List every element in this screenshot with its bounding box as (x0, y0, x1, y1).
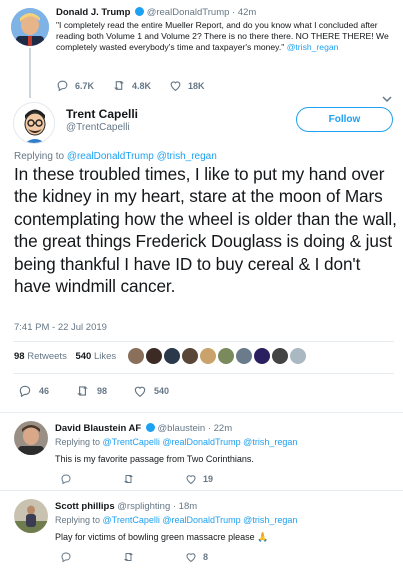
parent-author-handle[interactable]: @realDonaldTrump (147, 7, 230, 18)
like-count: 540 (154, 386, 170, 396)
like-button[interactable]: 8 (185, 551, 208, 563)
reply-author-name[interactable]: Scott phillips (55, 501, 115, 512)
reply-icon (61, 474, 71, 485)
liker-avatar[interactable] (164, 348, 180, 364)
retweet-icon (114, 81, 124, 90)
reply-replying-to: Replying to @TrentCapelli @realDonaldTru… (55, 437, 297, 447)
divider (0, 490, 403, 491)
parent-tweet-text: "I completely read the entire Mueller Re… (56, 20, 391, 53)
reply-header: Scott phillips @rsplighting · 18m (55, 501, 197, 512)
like-count: 18K (188, 80, 205, 91)
replying-prefix: Replying to (14, 151, 67, 162)
reply-button[interactable]: 46 (18, 384, 49, 398)
main-actions: 46 98 540 (18, 384, 169, 398)
heart-icon (170, 81, 181, 92)
parent-time[interactable]: · 42m (232, 7, 256, 18)
main-avatar[interactable] (13, 102, 55, 144)
reply-avatar[interactable] (14, 499, 48, 533)
like-count: 19 (203, 474, 214, 484)
reply-header: David Blaustein AF @blaustein · 22m (55, 423, 232, 434)
retweet-icon (77, 386, 88, 396)
divider (13, 373, 394, 374)
reply-actions: 19 (60, 473, 213, 485)
retweet-button[interactable]: 98 (75, 384, 107, 398)
heart-icon (186, 553, 196, 563)
reply-actions: 8 (60, 551, 208, 563)
likes-stat-label: Likes (93, 351, 117, 362)
reply-author-handle[interactable]: @rsplighting (117, 501, 170, 512)
reply-icon (61, 552, 71, 563)
reply-button[interactable] (60, 473, 72, 485)
reply-button[interactable]: 6.7K (56, 79, 94, 92)
parent-tweet-body: "I completely read the entire Mueller Re… (56, 20, 389, 52)
reply-count: 6.7K (75, 80, 95, 91)
replying-prefix: Replying to (55, 515, 103, 525)
retweet-button[interactable] (122, 473, 135, 485)
parent-mention-link[interactable]: @trish_regan (287, 42, 339, 52)
like-button[interactable]: 19 (185, 473, 213, 485)
retweet-icon (124, 475, 133, 483)
liker-avatar[interactable] (254, 348, 270, 364)
parent-avatar[interactable] (11, 8, 49, 46)
liker-avatar[interactable] (236, 348, 252, 364)
parent-header: Donald J. Trump @realDonaldTrump · 42m (56, 7, 256, 18)
replying-to-links[interactable]: @TrentCapelli @realDonaldTrump @trish_re… (103, 515, 298, 525)
replying-prefix: Replying to (55, 437, 103, 447)
liker-avatar[interactable] (182, 348, 198, 364)
liker-avatar[interactable] (218, 348, 234, 364)
verified-icon (135, 7, 145, 16)
main-author-handle[interactable]: @TrentCapelli (66, 122, 130, 133)
retweets-stat[interactable]: 98 Retweets (14, 351, 67, 362)
reply-avatar[interactable] (14, 421, 48, 455)
heart-icon (134, 386, 146, 397)
replying-to-links[interactable]: @TrentCapelli @realDonaldTrump @trish_re… (103, 437, 298, 447)
reply-author-handle[interactable]: @blaustein (158, 423, 206, 434)
retweet-button[interactable] (122, 551, 135, 563)
reply-replying-to: Replying to @TrentCapelli @realDonaldTru… (55, 515, 297, 525)
like-count: 8 (203, 552, 209, 562)
reply-text: This is my favorite passage from Two Cor… (55, 454, 254, 464)
divider (0, 412, 403, 413)
likes-stat-count: 540 (75, 351, 92, 362)
like-button[interactable]: 18K (169, 79, 205, 92)
reply-author-name[interactable]: David Blaustein AF (55, 423, 141, 434)
replying-to: Replying to @realDonaldTrump @trish_rega… (14, 151, 217, 162)
reply-time[interactable]: · 22m (208, 423, 232, 434)
liker-avatar[interactable] (128, 348, 144, 364)
reply-button[interactable] (60, 551, 72, 563)
replying-to-links[interactable]: @realDonaldTrump @trish_regan (67, 151, 217, 162)
retweets-stat-label: Retweets (27, 351, 67, 362)
engagement-stats: 98 Retweets 540 Likes (14, 351, 116, 362)
retweet-icon (124, 553, 133, 561)
thread-connector (29, 48, 31, 98)
divider (13, 341, 394, 342)
like-button[interactable]: 540 (133, 384, 169, 398)
parent-tweet[interactable]: Donald J. Trump @realDonaldTrump · 42m "… (0, 0, 403, 98)
retweet-count: 4.8K (132, 80, 152, 91)
main-author-name[interactable]: Trent Capelli (66, 107, 138, 121)
reply-time[interactable]: · 18m (173, 501, 197, 512)
parent-actions: 6.7K 4.8K 18K (56, 79, 205, 92)
retweet-count: 98 (97, 386, 108, 396)
parent-author-name[interactable]: Donald J. Trump (56, 7, 130, 18)
likers-avatar-row[interactable] (128, 348, 308, 364)
reply-icon (19, 385, 31, 398)
liker-avatar[interactable] (272, 348, 288, 364)
reply-count: 46 (39, 386, 50, 396)
main-tweet-text: In these troubled times, I like to put m… (14, 164, 397, 297)
tweet-timestamp[interactable]: 7:41 PM - 22 Jul 2019 (14, 322, 107, 333)
chevron-down-icon[interactable] (382, 95, 392, 105)
reply-icon (57, 80, 68, 92)
retweets-stat-count: 98 (14, 351, 25, 362)
reply-text: Play for victims of bowling green massac… (55, 532, 269, 542)
verified-icon (145, 423, 155, 432)
liker-avatar[interactable] (200, 348, 216, 364)
heart-icon (186, 475, 196, 485)
liker-avatar[interactable] (146, 348, 162, 364)
liker-avatar[interactable] (290, 348, 306, 364)
likes-stat[interactable]: 540 Likes (75, 351, 116, 362)
follow-button[interactable]: Follow (296, 107, 393, 132)
retweet-button[interactable]: 4.8K (112, 79, 151, 92)
